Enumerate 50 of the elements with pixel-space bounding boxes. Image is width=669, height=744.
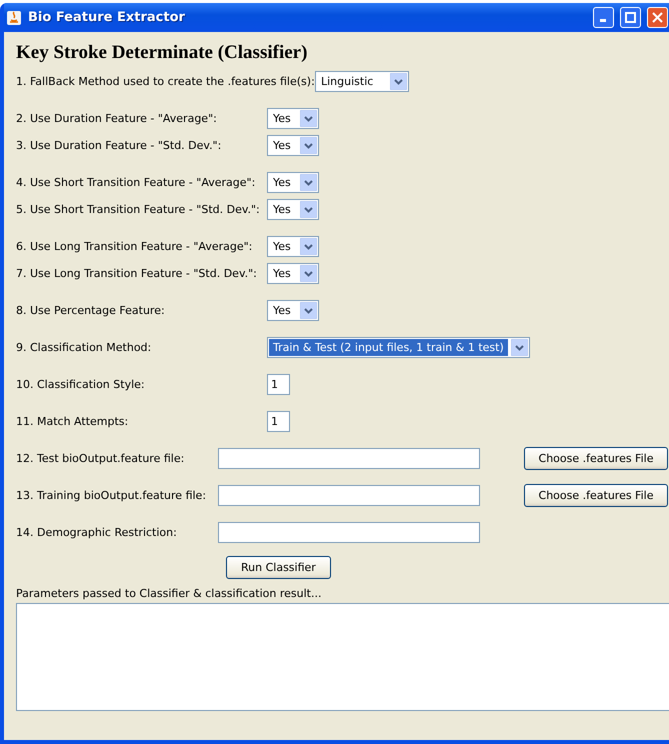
number-field[interactable]: 1	[267, 374, 290, 395]
minimize-button[interactable]	[593, 7, 614, 28]
number-field[interactable]: 1	[267, 411, 290, 432]
field-label: 14. Demographic Restriction:	[16, 526, 178, 539]
dropdown-arrow-icon[interactable]	[300, 302, 317, 319]
maximize-icon	[625, 12, 636, 23]
text-field[interactable]	[218, 522, 480, 543]
choose-file-button[interactable]: Choose .features File	[524, 447, 668, 470]
run-classifier-button[interactable]: Run Classifier	[226, 556, 331, 578]
form-heading: Key Stroke Determinate (Classifier)	[16, 41, 308, 65]
dropdown-arrow-icon[interactable]	[300, 174, 317, 191]
dropdown[interactable]: Yes	[267, 199, 319, 220]
file-path-field[interactable]	[218, 485, 480, 506]
dropdown[interactable]: Yes	[267, 300, 319, 321]
field-label: 7. Use Long Transition Feature - "Std. Dev.":	[16, 267, 258, 280]
field-label: 9. Classification Method:	[16, 341, 152, 354]
dropdown-arrow-icon[interactable]	[300, 201, 317, 218]
maximize-button[interactable]	[620, 7, 641, 28]
dropdown-arrow-icon[interactable]	[510, 339, 528, 356]
dropdown-arrow-icon[interactable]	[300, 238, 317, 255]
field-label: 8. Use Percentage Feature:	[16, 304, 166, 317]
file-path-field[interactable]	[218, 448, 480, 469]
dropdown[interactable]: Yes	[267, 172, 319, 193]
window-title: Bio Feature Extractor	[28, 10, 186, 25]
close-icon	[652, 12, 663, 23]
dropdown[interactable]: Yes	[267, 135, 319, 156]
field-label: 6. Use Long Transition Feature - "Average":	[16, 240, 254, 253]
field-label: 3. Use Duration Feature - "Std. Dev.":	[16, 139, 222, 152]
field-label: 10. Classification Style:	[16, 378, 146, 391]
field-label: 2. Use Duration Feature - "Average":	[16, 112, 218, 125]
dropdown-arrow-icon[interactable]	[300, 265, 317, 282]
dropdown[interactable]: Yes	[267, 263, 319, 284]
field-label: 1. FallBack Method used to create the .features file(s):	[16, 75, 315, 88]
dropdown-arrow-icon[interactable]	[300, 137, 317, 154]
output-area[interactable]	[16, 603, 669, 711]
dropdown-arrow-icon[interactable]	[390, 73, 407, 90]
dropdown[interactable]: Yes	[267, 236, 319, 257]
dropdown[interactable]: Yes	[267, 108, 319, 129]
dropdown[interactable]: Linguistic	[315, 71, 409, 92]
field-label: 12. Test bioOutput.feature file:	[16, 452, 186, 465]
dropdown[interactable]: Train & Test (2 input files, 1 train & 1 test)	[267, 337, 530, 358]
java-icon	[6, 10, 22, 26]
field-label: 11. Match Attempts:	[16, 415, 130, 428]
field-label: 5. Use Short Transition Feature - "Std. Dev.":	[16, 203, 261, 216]
field-label: 4. Use Short Transition Feature - "Average":	[16, 176, 256, 189]
dropdown-arrow-icon[interactable]	[300, 110, 317, 127]
choose-file-button[interactable]: Choose .features File	[524, 484, 668, 507]
output-label: Parameters passed to Classifier & classification result...	[16, 587, 322, 602]
field-label: 13. Training bioOutput.feature file:	[16, 489, 208, 502]
close-button[interactable]	[647, 7, 668, 28]
